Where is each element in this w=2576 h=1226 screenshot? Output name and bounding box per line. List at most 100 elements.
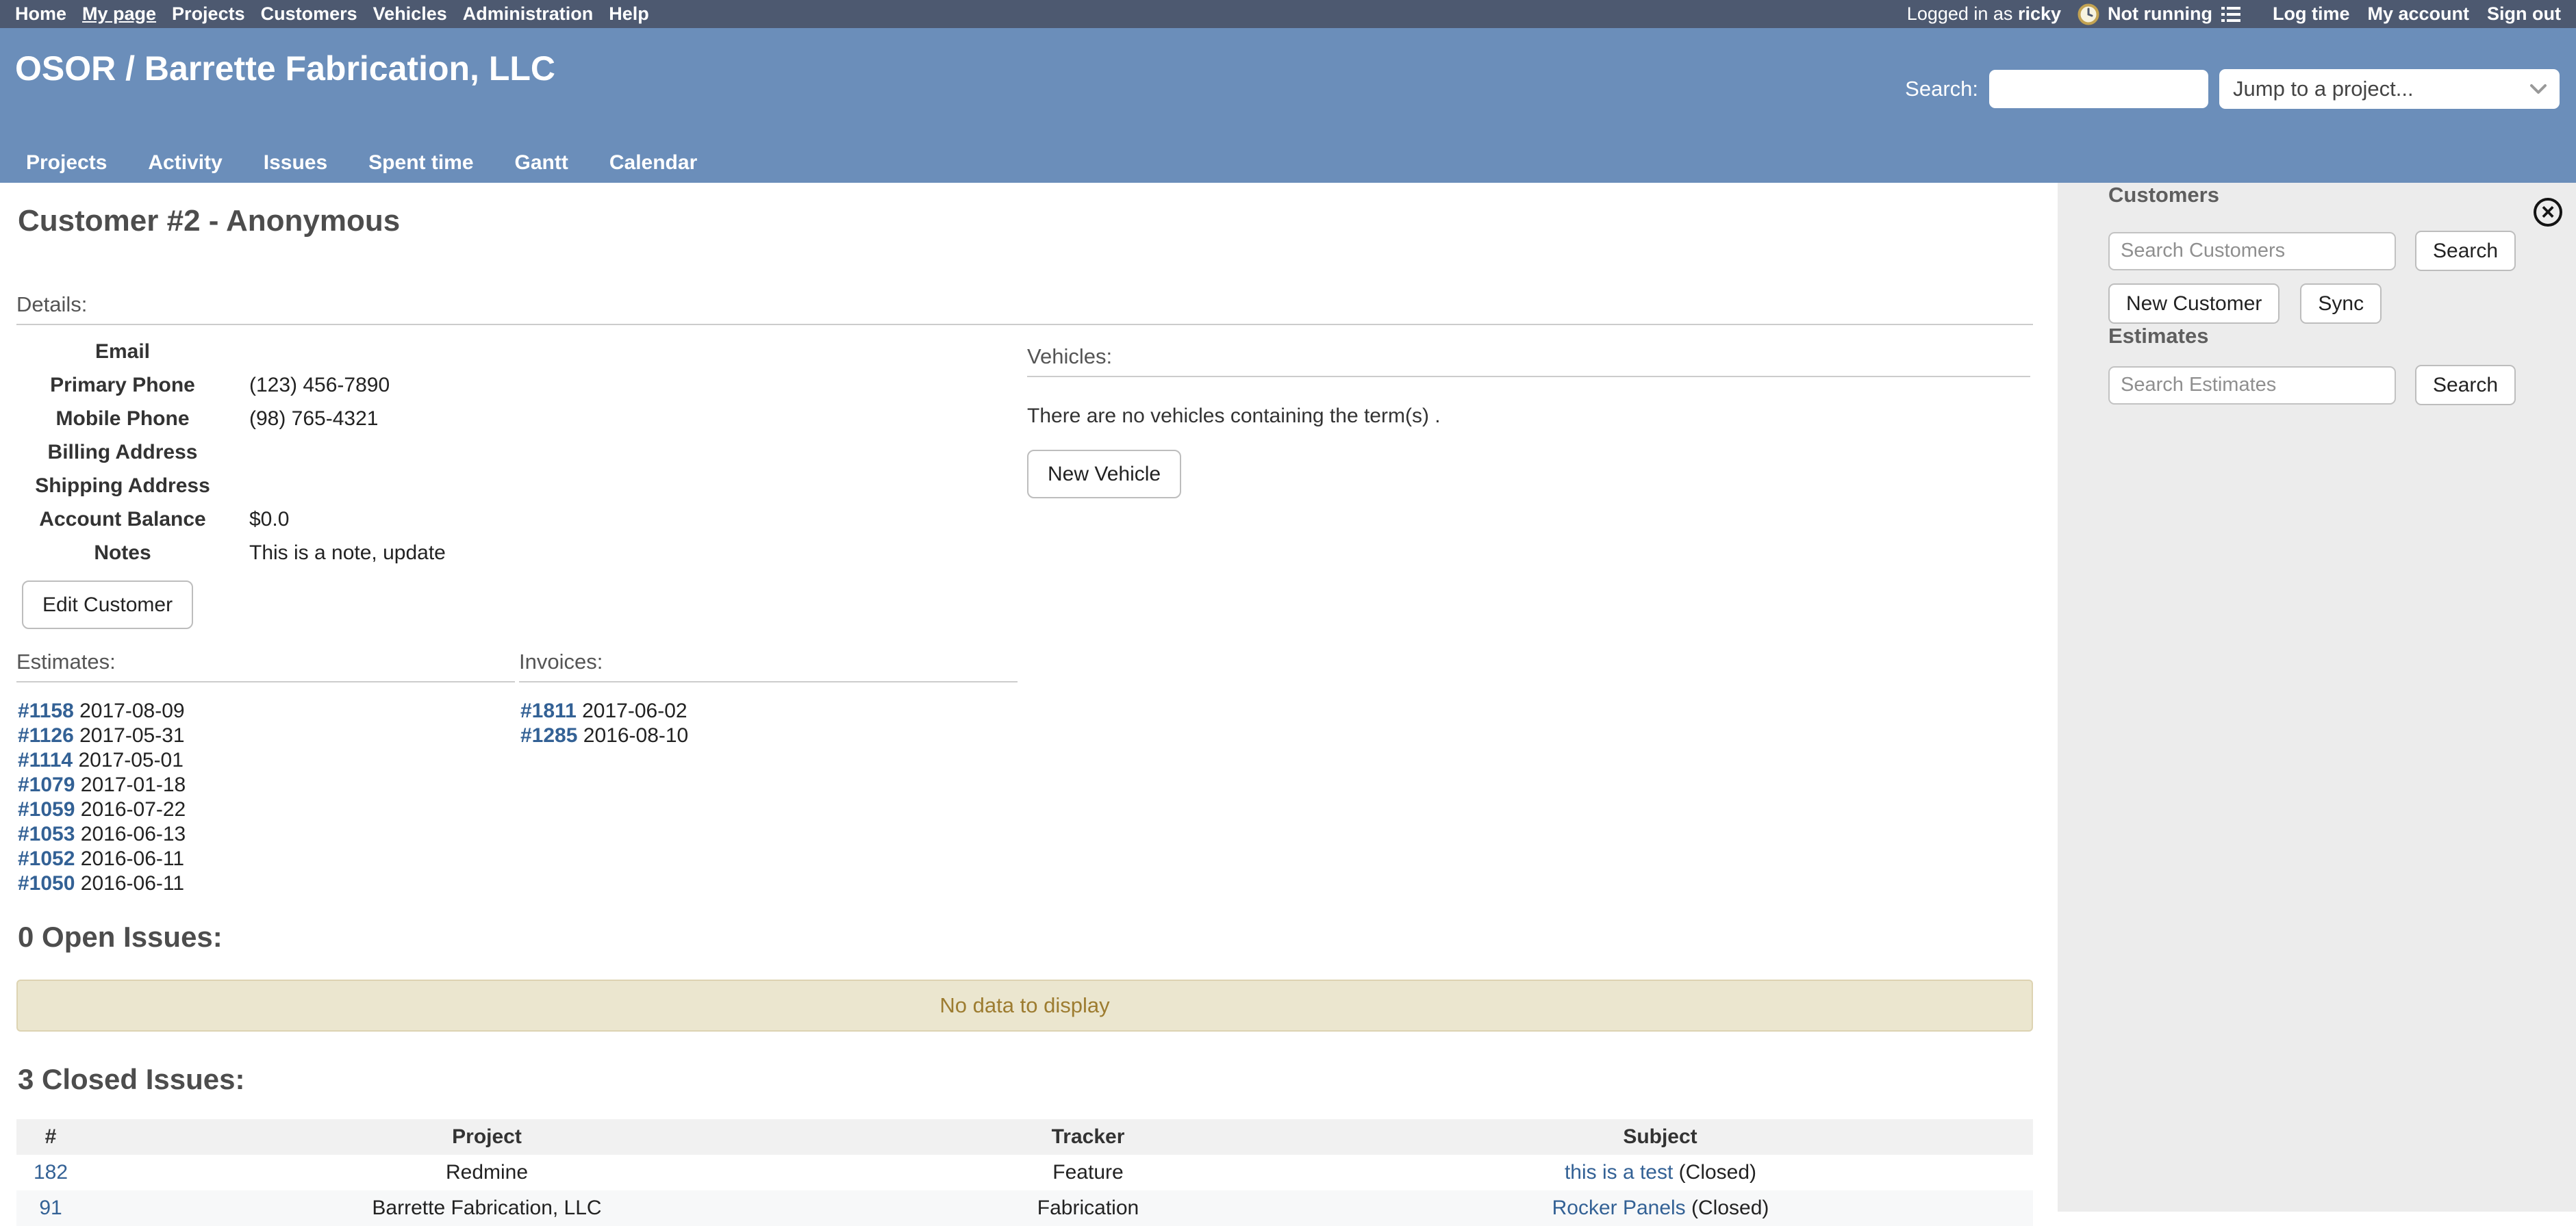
estimate-link[interactable]: #1126 (18, 724, 74, 747)
details-label: Shipping Address (16, 469, 229, 502)
issue-id-link[interactable]: 91 (39, 1197, 62, 1219)
invoice-date: 2016-08-10 (583, 724, 688, 747)
issue-subject-link[interactable]: Rocker Panels (1552, 1197, 1686, 1219)
top-menu-item[interactable]: Help (609, 3, 649, 25)
divider (16, 324, 2033, 325)
table-row: 182 Redmine Feature this is a test (Clos… (16, 1155, 2033, 1190)
top-menu-action[interactable]: Log time (2273, 3, 2350, 25)
search-input[interactable] (1989, 70, 2208, 108)
main-menu-tab[interactable]: Calendar (609, 151, 697, 175)
search-estimates-input[interactable] (2108, 366, 2396, 405)
issue-project-cell: Barrette Fabrication, LLC (85, 1190, 889, 1226)
invoice-link[interactable]: #1811 (520, 700, 577, 722)
estimate-date: 2016-07-22 (81, 798, 186, 821)
issue-project-cell: Redmine (85, 1155, 889, 1190)
estimate-item: #1079 2017-01-18 (18, 773, 515, 797)
sync-button[interactable]: Sync (2300, 283, 2382, 324)
estimate-date: 2016-06-11 (81, 872, 184, 895)
estimate-link[interactable]: #1158 (18, 700, 74, 722)
estimate-date: 2017-08-09 (79, 700, 184, 722)
estimate-link[interactable]: #1059 (18, 798, 75, 821)
no-data-banner: No data to display (16, 980, 2033, 1032)
issue-id-cell: 182 (16, 1155, 85, 1190)
estimates-search-button[interactable]: Search (2415, 365, 2516, 405)
customers-search-button[interactable]: Search (2415, 231, 2516, 271)
timer-status: Not running (2078, 3, 2241, 25)
vehicles-heading: Vehicles: (1027, 344, 2030, 369)
timer-list-icon[interactable] (2221, 5, 2241, 24)
details-value: (98) 765-4321 (229, 402, 538, 435)
invoices-list: #1811 2017-06-02 #1285 2016-08-10 (520, 699, 1018, 748)
top-menu-right: Logged in as ricky Not running Log time … (1907, 3, 2561, 25)
details-value: This is a note, update (229, 536, 538, 570)
top-menu-item[interactable]: Vehicles (373, 3, 447, 25)
main-menu-tab[interactable]: Projects (26, 151, 107, 175)
estimate-link[interactable]: #1050 (18, 872, 75, 895)
right-sidebar: × Customers Search New Customer Sync Est… (2058, 183, 2576, 1212)
estimate-date: 2016-06-13 (81, 823, 186, 845)
logged-in-text: Logged in as ricky (1907, 3, 2061, 25)
sidebar-customers-heading: Customers (2108, 183, 2576, 207)
timer-status-label: Not running (2108, 3, 2212, 25)
details-value (229, 335, 538, 368)
issue-status-suffix: (Closed) (1673, 1161, 1756, 1184)
estimates-list: #1158 2017-08-09 #1126 2017-05-31 #1114 … (18, 699, 515, 896)
main-menu-tab[interactable]: Gantt (515, 151, 568, 175)
main-menu-tab[interactable]: Spent time (368, 151, 473, 175)
details-row: Email (16, 335, 538, 368)
issue-subject-link[interactable]: this is a test (1565, 1161, 1673, 1184)
top-menu-action[interactable]: Sign out (2487, 3, 2561, 25)
estimate-link[interactable]: #1052 (18, 847, 75, 870)
closed-issues-heading: 3 Closed Issues: (18, 1063, 2033, 1096)
table-header-row: # Project Tracker Subject (16, 1119, 2033, 1155)
divider (1027, 376, 2030, 377)
closed-issues-table: # Project Tracker Subject 182 Redmine Fe… (16, 1119, 2033, 1226)
logged-in-prefix: Logged in as (1907, 3, 2013, 24)
invoice-link[interactable]: #1285 (520, 724, 577, 747)
estimate-item: #1114 2017-05-01 (18, 748, 515, 773)
divider (16, 681, 515, 682)
invoices-heading: Invoices: (519, 650, 1018, 674)
search-label: Search: (1905, 77, 1978, 101)
top-menu-item[interactable]: Customers (261, 3, 357, 25)
estimate-link[interactable]: #1079 (18, 774, 75, 796)
details-row: Account Balance $0.0 (16, 502, 538, 536)
account-menu: Log time My account Sign out (2273, 3, 2561, 25)
estimate-item: #1050 2016-06-11 (18, 871, 515, 896)
issue-id-link[interactable]: 182 (34, 1161, 68, 1184)
main-menu-tab[interactable]: Issues (264, 151, 327, 175)
new-customer-button[interactable]: New Customer (2108, 283, 2280, 324)
top-menu-item[interactable]: Administration (463, 3, 594, 25)
clock-icon (2078, 3, 2099, 25)
main-content: Customer #2 - Anonymous Details: Email P… (0, 183, 2058, 1212)
search-customers-input[interactable] (2108, 232, 2396, 270)
details-label: Billing Address (16, 435, 229, 469)
issue-subject-cell: this is a test (Closed) (1287, 1155, 2033, 1190)
main-menu-tab[interactable]: Activity (148, 151, 222, 175)
new-vehicle-button[interactable]: New Vehicle (1027, 450, 1181, 498)
top-menu-item[interactable]: Home (15, 3, 66, 25)
details-label: Notes (16, 536, 229, 570)
project-jump-select[interactable]: Jump to a project... (2219, 69, 2560, 109)
invoices-section: Invoices: #1811 2017-06-02 #1285 2016-08… (519, 650, 1018, 896)
estimate-link[interactable]: #1053 (18, 823, 75, 845)
top-menu-item[interactable]: My page (82, 3, 156, 25)
column-header-tracker: Tracker (889, 1119, 1287, 1155)
estimate-link[interactable]: #1114 (18, 749, 73, 771)
estimate-date: 2016-06-11 (81, 847, 184, 870)
close-icon[interactable]: × (2534, 198, 2562, 227)
estimate-item: #1059 2016-07-22 (18, 797, 515, 822)
top-menu-item[interactable]: Projects (172, 3, 245, 25)
column-header-project: Project (85, 1119, 889, 1155)
table-row: 91 Barrette Fabrication, LLC Fabrication… (16, 1190, 2033, 1226)
issue-tracker-cell: Feature (889, 1155, 1287, 1190)
main-menu-tabs: Projects Activity Issues Spent time Gant… (26, 151, 697, 183)
customer-details-table: Email Primary Phone (123) 456-7890 Mobil… (16, 335, 538, 570)
top-menu-action[interactable]: My account (2367, 3, 2469, 25)
estimates-section: Estimates: #1158 2017-08-09 #1126 2017-0… (16, 650, 515, 896)
estimate-item: #1052 2016-06-11 (18, 847, 515, 871)
edit-customer-button[interactable]: Edit Customer (22, 580, 193, 629)
invoice-item: #1285 2016-08-10 (520, 724, 1018, 748)
details-row: Primary Phone (123) 456-7890 (16, 368, 538, 402)
issue-id-cell: 91 (16, 1190, 85, 1226)
